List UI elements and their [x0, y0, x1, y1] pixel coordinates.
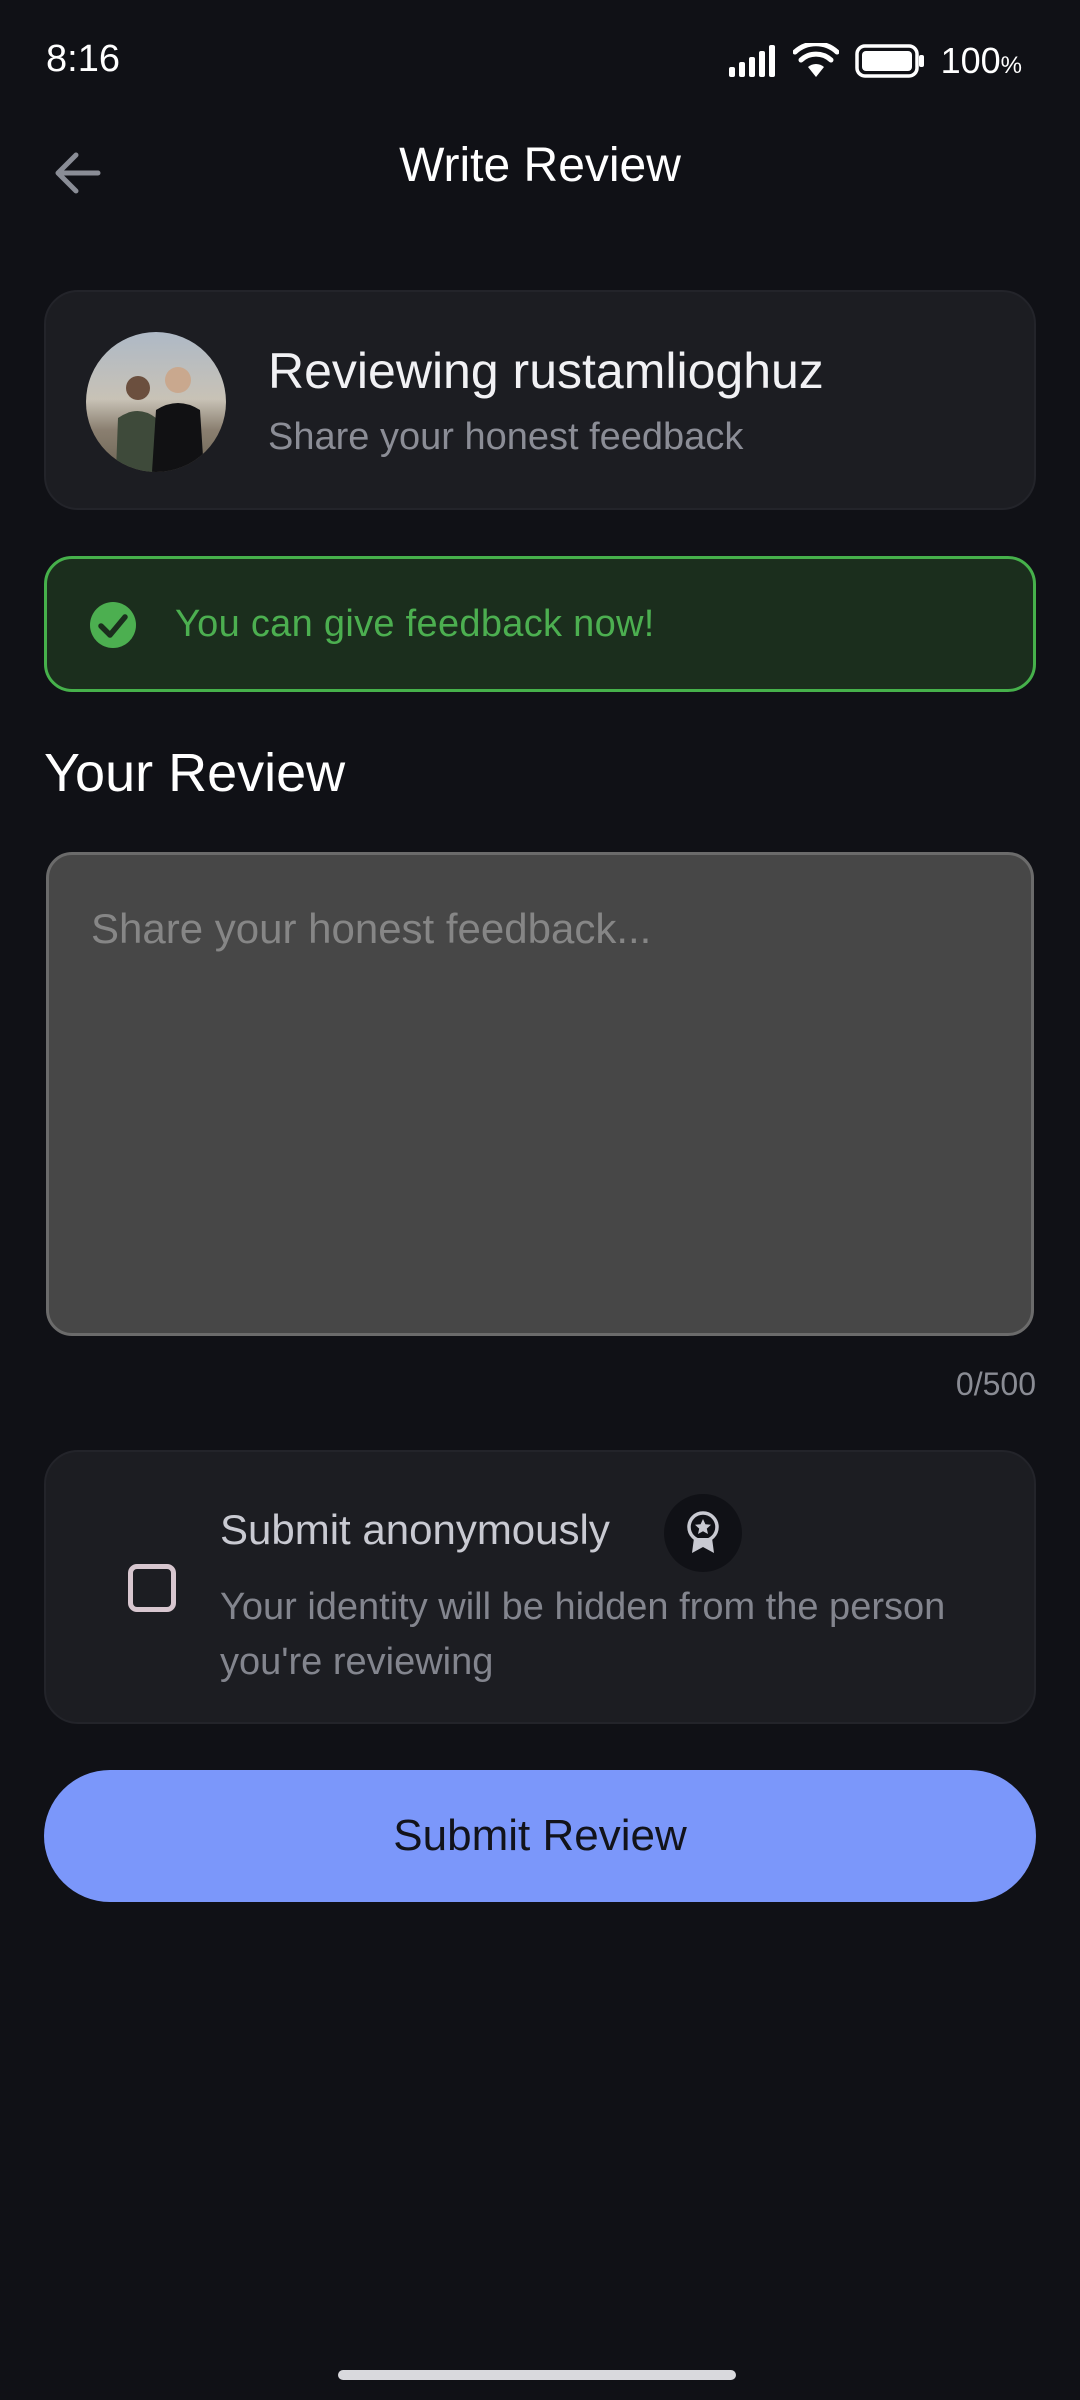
reviewing-card: Reviewing rustamlioghuz Share your hones… [44, 290, 1036, 510]
status-bar: 8:16 100% [0, 0, 1080, 120]
anonymous-checkbox[interactable] [128, 1564, 176, 1612]
wifi-icon [792, 43, 839, 77]
award-badge [664, 1494, 742, 1572]
feedback-available-banner: You can give feedback now! [44, 556, 1036, 692]
app-bar: Write Review [0, 120, 1080, 220]
anonymous-title: Submit anonymously [220, 1506, 610, 1553]
status-icons: 100% [728, 40, 1022, 82]
status-time: 8:16 [46, 38, 120, 80]
write-review-screen: 8:16 100% Write Review Reviewing rustaml… [0, 0, 1080, 2400]
award-badge-icon [687, 1511, 719, 1553]
check-circle-icon [90, 602, 136, 648]
home-indicator[interactable] [338, 2370, 736, 2380]
your-review-heading: Your Review [44, 743, 346, 803]
reviewing-subtitle: Share your honest feedback [268, 416, 744, 458]
reviewing-title: Reviewing rustamlioghuz [268, 343, 824, 399]
battery-icon [854, 44, 924, 78]
avatar [86, 332, 226, 472]
page-title: Write Review [399, 139, 681, 192]
character-counter: 0/500 [955, 1366, 1036, 1402]
review-textarea[interactable] [46, 852, 1034, 1336]
battery-percent: 100% [940, 40, 1022, 81]
submit-review-button[interactable]: Submit Review [44, 1770, 1036, 1902]
anonymous-subtitle: Your identity will be hidden from the pe… [220, 1586, 946, 1683]
banner-text: You can give feedback now! [175, 603, 655, 645]
signal-icon [728, 45, 775, 77]
anonymous-option-card: Submit anonymously Your identity will be… [44, 1450, 1036, 1724]
